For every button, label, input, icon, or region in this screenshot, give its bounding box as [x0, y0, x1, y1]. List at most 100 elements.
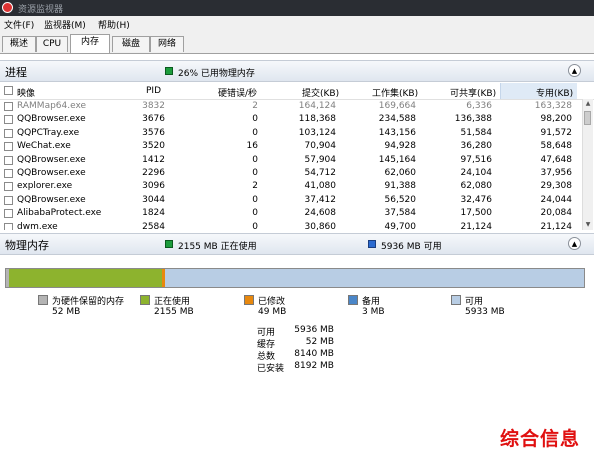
table-row[interactable]: explorer.exe 3096 2 41,080 91,388 62,080 29,30… — [0, 180, 576, 193]
menu-bar: 文件(F) 监视器(M) 帮助(H) — [0, 16, 594, 34]
processes-header[interactable]: 进程 26% 已用物理内存 ▲ — [0, 60, 594, 82]
cell-commit: 57,904 — [304, 154, 337, 165]
col-commit[interactable]: 提交(KB) — [302, 86, 339, 99]
cell-private: 37,956 — [540, 168, 573, 178]
tab-overview[interactable]: 概述 — [2, 36, 36, 52]
legend-standby-swatch — [348, 295, 358, 305]
cell-hard-faults: 16 — [246, 141, 258, 152]
table-row[interactable]: AlibabaProtect.exe 1824 0 24,608 37,584 17,50… — [0, 207, 576, 220]
cell-pid: 3520 — [142, 141, 165, 152]
cell-private: 21,124 — [540, 221, 573, 230]
row-checkbox[interactable] — [4, 128, 13, 138]
legend-standby-value: 3 MB — [362, 307, 385, 317]
cell-working-set: 49,700 — [384, 221, 417, 230]
in-use-green-icon — [165, 240, 173, 248]
scroll-thumb[interactable] — [584, 111, 591, 125]
cell-working-set: 145,164 — [378, 154, 416, 165]
col-shareable[interactable]: 可共享(KB) — [450, 86, 496, 99]
stat-available-value: 5936 MB — [294, 325, 334, 335]
available-text: 5936 MB 可用 — [381, 242, 442, 252]
menu-file[interactable]: 文件(F) — [4, 18, 34, 31]
cell-image: dwm.exe — [17, 221, 58, 230]
row-checkbox[interactable] — [4, 115, 13, 125]
table-row[interactable]: QQBrowser.exe 2296 0 54,712 62,060 24,104 37,9… — [0, 167, 576, 180]
table-row[interactable]: WeChat.exe 3520 16 70,904 94,928 36,280 58,648 — [0, 140, 576, 153]
row-checkbox[interactable] — [4, 182, 13, 192]
legend-reserved-label: 为硬件保留的内存 — [52, 297, 125, 307]
row-checkbox[interactable] — [4, 195, 13, 205]
cell-pid: 3044 — [142, 194, 165, 205]
table-row[interactable]: QQBrowser.exe 3044 0 37,412 56,520 32,476 24,0… — [0, 194, 576, 207]
collapse-processes-icon[interactable]: ▲ — [568, 64, 581, 77]
tab-disk[interactable]: 磁盘 — [112, 36, 150, 52]
process-scrollbar[interactable]: ▲ ▼ — [582, 99, 593, 230]
physical-memory-header[interactable]: 物理内存 2155 MB 正在使用 5936 MB 可用 ▲ — [0, 233, 594, 255]
legend-reserved-swatch — [38, 295, 48, 305]
table-row[interactable]: QQPCTray.exe 3576 0 103,124 143,156 51,584 91,… — [0, 127, 576, 140]
cell-hard-faults: 2 — [252, 101, 258, 111]
legend-modified-value: 49 MB — [258, 307, 287, 317]
legend-reserved-value: 52 MB — [52, 307, 81, 317]
app-icon — [2, 2, 13, 13]
row-checkbox[interactable] — [4, 102, 13, 111]
usage-green-icon — [165, 67, 173, 75]
table-row[interactable]: RAMMap64.exe 3832 2 164,124 169,664 6,336 163,… — [0, 100, 576, 113]
col-image[interactable]: 映像 — [17, 86, 35, 99]
cell-pid: 3576 — [142, 127, 165, 138]
cell-shareable: 97,516 — [460, 154, 493, 165]
cell-commit: 54,712 — [304, 168, 337, 178]
legend-modified-swatch — [244, 295, 254, 305]
select-all-checkbox[interactable] — [4, 86, 13, 95]
cell-working-set: 143,156 — [378, 127, 416, 138]
scroll-up-icon[interactable]: ▲ — [583, 99, 593, 109]
stat-installed-value: 8192 MB — [294, 361, 334, 371]
cell-image: RAMMap64.exe — [17, 101, 87, 111]
cell-hard-faults: 0 — [252, 168, 258, 178]
stat-cached-value: 52 MB — [305, 337, 334, 347]
col-working-set[interactable]: 工作集(KB) — [372, 86, 418, 99]
cell-shareable: 17,500 — [460, 208, 493, 219]
legend-standby-label: 备用 — [362, 297, 381, 307]
tab-network[interactable]: 网络 — [150, 36, 184, 52]
row-checkbox[interactable] — [4, 169, 13, 178]
cell-image: WeChat.exe — [17, 141, 71, 152]
col-private[interactable]: 专用(KB) — [536, 86, 573, 99]
cell-image: explorer.exe — [17, 181, 73, 192]
memory-usage-text: 26% 已用物理内存 — [178, 69, 255, 79]
table-row[interactable]: dwm.exe 2584 0 30,860 49,700 21,124 21,124 — [0, 221, 576, 230]
menu-help[interactable]: 帮助(H) — [98, 18, 130, 31]
row-checkbox[interactable] — [4, 222, 13, 230]
cell-shareable: 51,584 — [460, 127, 493, 138]
legend-free-swatch — [451, 295, 461, 305]
row-checkbox[interactable] — [4, 209, 13, 219]
cell-pid: 1412 — [142, 154, 165, 165]
tab-memory[interactable]: 内存 — [70, 34, 110, 53]
row-checkbox[interactable] — [4, 142, 13, 152]
cell-pid: 3676 — [142, 114, 165, 125]
cell-image: QQBrowser.exe — [17, 168, 86, 178]
cell-pid: 3832 — [142, 101, 165, 111]
tab-cpu[interactable]: CPU — [36, 36, 68, 52]
row-checkbox[interactable] — [4, 155, 13, 165]
col-hard-faults[interactable]: 硬错误/秒 — [218, 86, 257, 99]
legend-modified-label: 已修改 — [258, 297, 286, 307]
cell-commit: 118,368 — [298, 114, 336, 125]
cell-image: QQPCTray.exe — [17, 127, 80, 138]
table-row[interactable]: QQBrowser.exe 1412 0 57,904 145,164 97,516 47,… — [0, 154, 576, 167]
cell-hard-faults: 0 — [252, 208, 258, 219]
cell-commit: 30,860 — [304, 221, 337, 230]
legend-in-use-value: 2155 MB — [154, 307, 194, 317]
col-pid[interactable]: PID — [146, 86, 161, 96]
cell-commit: 164,124 — [298, 101, 336, 111]
cell-pid: 2296 — [142, 168, 165, 178]
scroll-down-icon[interactable]: ▼ — [583, 220, 593, 230]
table-row[interactable]: QQBrowser.exe 3676 0 118,368 234,588 136,388 9… — [0, 113, 576, 126]
cell-private: 47,648 — [540, 154, 573, 165]
process-list: RAMMap64.exe 3832 2 164,124 169,664 6,336 163,… — [0, 100, 576, 230]
collapse-memory-icon[interactable]: ▲ — [568, 237, 581, 250]
cell-hard-faults: 2 — [252, 181, 258, 192]
cell-image: QQBrowser.exe — [17, 114, 86, 125]
cell-commit: 37,412 — [304, 194, 337, 205]
cell-shareable: 21,124 — [460, 221, 493, 230]
menu-monitor[interactable]: 监视器(M) — [44, 18, 86, 31]
